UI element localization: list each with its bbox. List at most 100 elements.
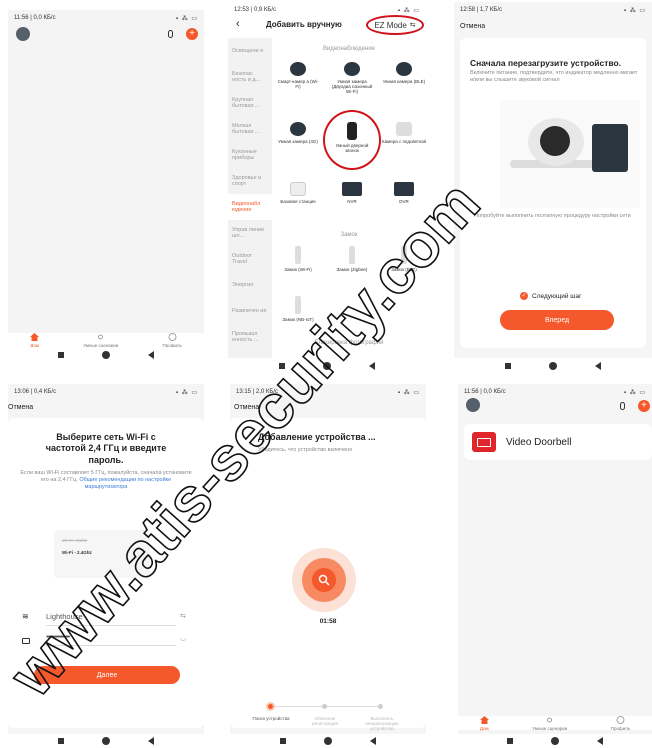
tab-profile[interactable]: Профиль [611,716,630,731]
device-item[interactable]: Умная камера (BLE) [382,62,426,84]
step-label: Облачная регистрация [311,716,338,726]
swap-network-icon[interactable]: ⇆ [180,612,186,620]
sidebar-item[interactable]: Кухонные приборы [228,142,272,168]
device-item[interactable]: Смарт-камер а (Wi-Fi) [276,62,320,89]
bottom-tabbar: Дом Умные сценарии Профиль [458,716,652,731]
device-item[interactable]: NVR [330,182,374,204]
lock-icon [349,246,355,264]
screen-reset-device: 12:58 | 1,7 КБ/с ▪ ⁂ ▭ Отмена Сначала пер… [454,2,652,374]
camera-lens [540,126,570,156]
router-tips-link[interactable]: Общие рекомендации по настройке маршрути… [79,477,171,490]
cancel-link[interactable]: Отмена [8,404,33,411]
lock-item[interactable]: Замок (NB-IoT) [276,296,320,322]
page-title: Добавление устройства ... [258,432,376,442]
sidebar-item[interactable]: Освещени е [228,38,272,64]
page-title: Добавить вручную [266,20,342,29]
device-item[interactable]: DVR [382,182,426,204]
forward-button[interactable]: Вперед [500,310,614,330]
highlight-circle [323,110,381,170]
sidebar-item[interactable]: Здоровье и спорт [228,168,272,194]
wifi-row-5g: Wi-Fi - 5Ghz [62,538,88,543]
ssid-field[interactable]: Lighthouse [46,612,176,626]
lock-item[interactable]: Замок (Zigbee) [330,246,374,272]
home-circle-icon[interactable] [549,362,557,370]
lock-item[interactable]: Замок (Wi-Fi) [276,246,320,272]
floodlight-camera-icon [396,122,412,136]
device-card[interactable]: Video Doorbell [464,424,652,460]
screen-home-empty: 11:56 | 0,0 КБ/с ▪ ⁂ ▭ + Дом Умные сценар… [8,10,204,362]
sidebar-item[interactable]: Энергия [228,272,272,298]
home-circle-icon[interactable] [323,362,331,370]
device-item[interactable]: Умная камера (Двухдиа пазонный Wi-Fi) [330,62,374,95]
content-card: Добавление устройства ... Убедитесь, что… [230,418,426,731]
instruction-text: Убедитесь, что устройство включено [258,447,353,453]
recent-apps-icon[interactable] [507,738,513,744]
device-name: Video Doorbell [506,436,572,448]
back-icon[interactable] [369,362,375,370]
cancel-link[interactable]: Отмена [234,404,259,411]
tab-profile[interactable]: Профиль [162,333,182,348]
sidebar-item[interactable]: Безопас ность и д... [228,64,272,90]
device-item[interactable]: Камера с подсветкой [382,122,426,144]
mic-icon[interactable] [620,402,625,410]
recent-apps-icon[interactable] [280,738,286,744]
avatar[interactable] [466,398,480,412]
profile-icon [168,333,177,341]
section-title: Замок [340,232,358,238]
add-device-button[interactable]: + [638,400,650,412]
camera-icon [396,62,412,76]
content-card: Сначала перезагрузите устройство. Включи… [460,38,646,348]
recent-apps-icon[interactable] [505,363,511,369]
show-password-icon[interactable]: ◡ [180,634,186,642]
bottom-tabbar: Дом Умные сценарии Профиль [8,333,204,348]
tab-scenes[interactable]: Умные сценарии [532,716,567,731]
sun-icon [98,334,104,340]
home-circle-icon[interactable] [102,350,110,359]
avatar[interactable] [16,27,30,41]
mic-icon[interactable] [168,30,173,38]
back-icon[interactable] [597,737,603,745]
recent-apps-icon[interactable] [279,363,285,369]
recent-apps-icon[interactable] [58,351,64,358]
camera-icon [344,62,360,76]
back-icon[interactable] [148,350,154,359]
status-bar: 13:15 | 2,0 КБ/с ▪ ⁂ ▭ [236,389,420,396]
sidebar-item[interactable]: Мелкая бытовая ... [228,116,272,142]
device-item[interactable]: Умная камера (4G) [276,122,320,144]
sidebar-item[interactable]: Крупная бытовая ... [228,90,272,116]
sidebar-item[interactable]: Управ ление шл... [228,220,272,246]
content-card: Выберите сеть Wi-Fi с частотой 2,4 ГГц и… [8,418,204,728]
home-circle-icon[interactable] [324,737,332,745]
sidebar-item[interactable]: Развлечен ия [228,298,272,324]
wifi-row-24: Wi-Fi - 2.4Ghz [62,550,92,555]
add-device-button[interactable]: + [186,28,198,40]
home-circle-icon[interactable] [102,737,110,745]
back-chevron-icon[interactable]: ‹ [236,18,240,30]
back-icon[interactable] [148,737,154,745]
ez-mode-switch[interactable]: EZ Mode ⇆ [366,15,424,35]
wifi-icon: ≋ [22,612,29,621]
back-icon[interactable] [370,737,376,745]
back-icon[interactable] [595,362,601,370]
device-item[interactable]: Базовая станция [276,182,320,204]
system-nav [458,734,652,748]
tab-scenes[interactable]: Умные сценарии [83,333,118,348]
recent-apps-icon[interactable] [58,738,64,744]
next-step-checkbox[interactable]: ✓ Следующий шаг [520,292,582,300]
sidebar-item[interactable]: Outdoor Travel [228,246,272,272]
sidebar-item-selected[interactable]: Видеонабл юдение [228,194,272,220]
home-circle-icon[interactable] [551,737,559,745]
next-button[interactable]: Далее [34,666,180,684]
lock-item[interactable]: Замок (BLE) [382,246,426,272]
tab-home[interactable]: Дом [479,716,489,731]
system-nav [228,358,426,374]
sidebar-item[interactable]: Промышл енность ... [228,324,272,350]
tab-home[interactable]: Дом [30,333,40,348]
password-field[interactable]: •••••••••••••••• [46,634,176,646]
instruction-text: Если ваш Wi-Fi составляет 5 ГГц, пожалуй… [20,470,192,491]
step-label-active: Поиск устройства [252,716,290,721]
page-title: Выберите сеть Wi-Fi с частотой 2,4 ГГц и… [45,432,167,465]
base-station-icon [290,182,306,196]
cancel-link[interactable]: Отмена [460,23,485,30]
screen-add-manually: 12:53 | 0,9 КБ/с ▪ ⁂ ▭ ‹ Добавить вручную… [228,2,426,374]
